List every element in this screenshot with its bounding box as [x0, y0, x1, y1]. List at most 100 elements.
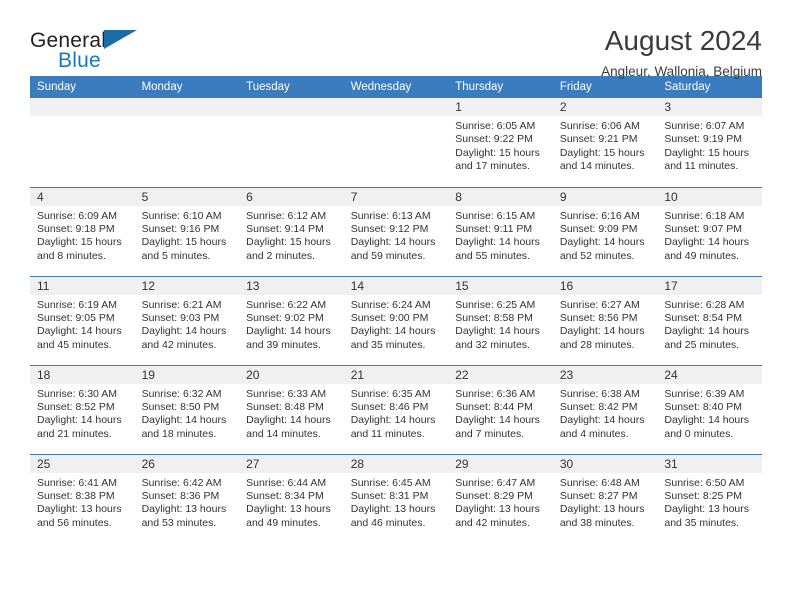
sunset-text: Sunset: 9:12 PM [350, 222, 429, 235]
sunset-text: Sunset: 8:36 PM [141, 489, 220, 502]
calendar-day-cell[interactable]: 5 Sunrise: 6:10 AM Sunset: 9:16 PM Daylight… [134, 186, 240, 276]
daylight-text-line1: Daylight: 15 hours [559, 146, 645, 159]
sunrise-text: Sunrise: 6:44 AM [246, 476, 327, 489]
daylight-text-line2: and 2 minutes. [246, 249, 316, 262]
daylight-text-line2: and 14 minutes. [246, 427, 321, 440]
daylight-text-line1: Daylight: 15 hours [455, 146, 540, 159]
sunrise-text: Sunrise: 6:15 AM [455, 209, 536, 222]
sunset-text: Sunset: 9:18 PM [37, 222, 115, 235]
calendar-day-cell[interactable]: 30 Sunrise: 6:48 AM Sunset: 8:27 PM Dayligh… [552, 453, 658, 543]
calendar-day-cell[interactable]: 16 Sunrise: 6:27 AM Sunset: 8:56 PM Dayligh… [552, 275, 658, 365]
day-number: 20 [239, 365, 344, 384]
calendar-day-cell[interactable]: 21 Sunrise: 6:35 AM Sunset: 8:46 PM Dayligh… [343, 364, 449, 454]
calendar-day-cell[interactable]: 29 Sunrise: 6:47 AM Sunset: 8:29 PM Dayligh… [448, 453, 553, 543]
calendar-day-cell[interactable]: 12 Sunrise: 6:21 AM Sunset: 9:03 PM Dayligh… [134, 275, 240, 365]
daylight-text-line1: Daylight: 14 hours [350, 325, 436, 338]
day-number [30, 98, 135, 116]
brand-logo[interactable]: General Blue [30, 26, 150, 82]
day-number: 15 [448, 276, 553, 295]
weekday-header-wednesday: Wednesday [343, 76, 449, 98]
sunset-text: Sunset: 9:14 PM [246, 222, 324, 235]
calendar-day-cell[interactable]: 9 Sunrise: 6:16 AM Sunset: 9:09 PM Daylight… [552, 186, 658, 276]
daylight-text-line1: Daylight: 15 hours [141, 236, 227, 249]
daylight-text-line2: and 53 minutes. [141, 516, 217, 529]
calendar-day-cell[interactable]: 1 Sunrise: 6:05 AM Sunset: 9:22 PM Daylight… [448, 98, 553, 187]
sunset-text: Sunset: 8:44 PM [455, 400, 533, 413]
sunrise-text: Sunrise: 6:16 AM [559, 209, 640, 222]
calendar-day-cell[interactable]: 10 Sunrise: 6:18 AM Sunset: 9:07 PM Dayligh… [657, 186, 762, 276]
calendar-day-cell[interactable]: 13 Sunrise: 6:22 AM Sunset: 9:02 PM Dayligh… [239, 275, 344, 365]
sunrise-text: Sunrise: 6:39 AM [664, 387, 745, 400]
day-details: Sunrise: 6:47 AM Sunset: 8:29 PM Daylight:… [448, 473, 553, 531]
sunrise-text: Sunrise: 6:48 AM [559, 476, 640, 489]
calendar-day-cell[interactable]: 31 Sunrise: 6:50 AM Sunset: 8:25 PM Dayligh… [657, 453, 762, 543]
calendar-day-cell[interactable]: 2 Sunrise: 6:06 AM Sunset: 9:21 PM Daylight… [552, 98, 658, 187]
day-number: 30 [552, 454, 658, 473]
day-number: 18 [30, 365, 135, 384]
day-details: Sunrise: 6:06 AM Sunset: 9:21 PM Daylight:… [553, 116, 658, 174]
sunrise-text: Sunrise: 6:27 AM [559, 298, 640, 311]
daylight-text-line2: and 52 minutes. [559, 249, 635, 262]
day-number: 1 [448, 98, 553, 116]
calendar-day-cell[interactable]: 4 Sunrise: 6:09 AM Sunset: 9:18 PM Daylight… [30, 186, 135, 276]
day-number: 13 [239, 276, 344, 295]
calendar-day-cell[interactable]: 25 Sunrise: 6:41 AM Sunset: 8:38 PM Dayligh… [30, 453, 135, 543]
day-details: Sunrise: 6:19 AM Sunset: 9:05 PM Daylight:… [30, 295, 135, 353]
day-details: Sunrise: 6:35 AM Sunset: 8:46 PM Daylight:… [344, 384, 449, 442]
day-details: Sunrise: 6:21 AM Sunset: 9:03 PM Daylight:… [135, 295, 240, 353]
sunrise-text: Sunrise: 6:09 AM [37, 209, 117, 222]
calendar-day-cell[interactable]: 14 Sunrise: 6:24 AM Sunset: 9:00 PM Dayligh… [343, 275, 449, 365]
daylight-text-line1: Daylight: 14 hours [455, 236, 540, 249]
sunset-text: Sunset: 8:25 PM [664, 489, 743, 502]
sunrise-text: Sunrise: 6:45 AM [350, 476, 431, 489]
calendar-day-cell[interactable]: 15 Sunrise: 6:25 AM Sunset: 8:58 PM Dayligh… [448, 275, 553, 365]
weekday-header-monday: Monday [134, 76, 240, 98]
sunset-text: Sunset: 9:09 PM [559, 222, 638, 235]
sunrise-text: Sunrise: 6:25 AM [455, 298, 536, 311]
calendar-day-cell[interactable]: 6 Sunrise: 6:12 AM Sunset: 9:14 PM Daylight… [239, 186, 344, 276]
calendar-day-cell[interactable]: 7 Sunrise: 6:13 AM Sunset: 9:12 PM Daylight… [343, 186, 449, 276]
calendar-day-cell[interactable]: 19 Sunrise: 6:32 AM Sunset: 8:50 PM Dayligh… [134, 364, 240, 454]
sunset-text: Sunset: 8:27 PM [559, 489, 638, 502]
sunrise-text: Sunrise: 6:24 AM [350, 298, 431, 311]
calendar-day-cell[interactable]: 3 Sunrise: 6:07 AM Sunset: 9:19 PM Daylight… [657, 98, 762, 187]
calendar-day-cell[interactable]: 24 Sunrise: 6:39 AM Sunset: 8:40 PM Dayligh… [657, 364, 762, 454]
daylight-text-line2: and 0 minutes. [664, 427, 734, 440]
day-details: Sunrise: 6:44 AM Sunset: 8:34 PM Daylight:… [239, 473, 344, 531]
calendar-day-cell[interactable]: 18 Sunrise: 6:30 AM Sunset: 8:52 PM Dayligh… [30, 364, 135, 454]
calendar-day-cell[interactable]: 11 Sunrise: 6:19 AM Sunset: 9:05 PM Dayligh… [30, 275, 135, 365]
sunset-text: Sunset: 9:03 PM [141, 311, 220, 324]
day-number: 3 [657, 98, 762, 116]
sunrise-text: Sunrise: 6:50 AM [664, 476, 745, 489]
day-details: Sunrise: 6:50 AM Sunset: 8:25 PM Daylight:… [657, 473, 762, 531]
daylight-text-line2: and 4 minutes. [559, 427, 629, 440]
calendar-week-row: 18 Sunrise: 6:30 AM Sunset: 8:52 PM Dayligh… [30, 364, 762, 454]
sunrise-text: Sunrise: 6:36 AM [455, 387, 536, 400]
calendar-day-cell[interactable]: 20 Sunrise: 6:33 AM Sunset: 8:48 PM Dayligh… [239, 364, 344, 454]
day-details: Sunrise: 6:28 AM Sunset: 8:54 PM Daylight:… [657, 295, 762, 353]
sunset-text: Sunset: 8:48 PM [246, 400, 324, 413]
sunset-text: Sunset: 9:05 PM [37, 311, 115, 324]
calendar-day-cell-empty [343, 98, 449, 187]
day-number [239, 98, 344, 116]
calendar-day-cell[interactable]: 17 Sunrise: 6:28 AM Sunset: 8:54 PM Dayligh… [657, 275, 762, 365]
day-number: 19 [134, 365, 240, 384]
daylight-text-line2: and 45 minutes. [37, 338, 112, 351]
calendar-day-cell[interactable]: 8 Sunrise: 6:15 AM Sunset: 9:11 PM Daylight… [448, 186, 553, 276]
calendar-day-cell[interactable]: 28 Sunrise: 6:45 AM Sunset: 8:31 PM Dayligh… [343, 453, 449, 543]
day-details: Sunrise: 6:10 AM Sunset: 9:16 PM Daylight:… [135, 206, 240, 264]
calendar-day-cell[interactable]: 22 Sunrise: 6:36 AM Sunset: 8:44 PM Dayligh… [448, 364, 553, 454]
daylight-text-line2: and 32 minutes. [455, 338, 530, 351]
day-details: Sunrise: 6:48 AM Sunset: 8:27 PM Daylight:… [553, 473, 658, 531]
calendar-day-cell[interactable]: 27 Sunrise: 6:44 AM Sunset: 8:34 PM Dayligh… [239, 453, 344, 543]
day-details: Sunrise: 6:36 AM Sunset: 8:44 PM Daylight:… [448, 384, 553, 442]
sunrise-text: Sunrise: 6:42 AM [141, 476, 222, 489]
sunrise-text: Sunrise: 6:05 AM [455, 120, 536, 132]
sunrise-text: Sunrise: 6:10 AM [141, 209, 222, 222]
day-number: 23 [552, 365, 658, 384]
daylight-text-line1: Daylight: 15 hours [37, 236, 122, 249]
day-details: Sunrise: 6:27 AM Sunset: 8:56 PM Daylight:… [553, 295, 658, 353]
calendar-day-cell[interactable]: 26 Sunrise: 6:42 AM Sunset: 8:36 PM Dayligh… [134, 453, 240, 543]
day-number: 28 [343, 454, 449, 473]
calendar-day-cell[interactable]: 23 Sunrise: 6:38 AM Sunset: 8:42 PM Dayligh… [552, 364, 658, 454]
